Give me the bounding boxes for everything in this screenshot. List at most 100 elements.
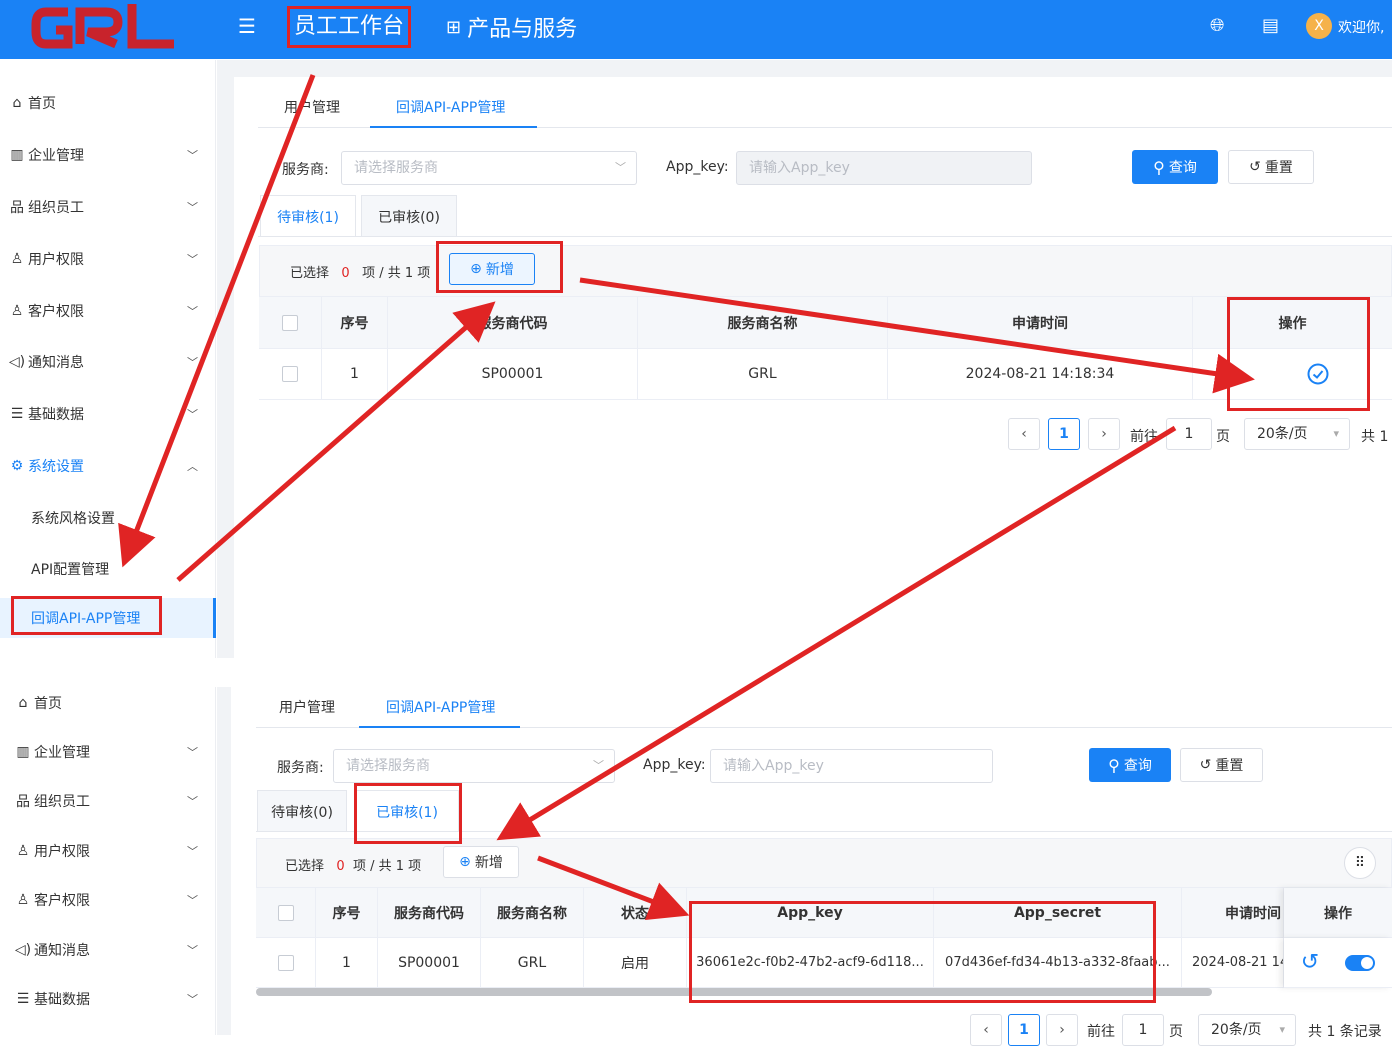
gear-icon: ⚙ [10,458,24,474]
row-checkbox[interactable] [277,954,294,971]
status-toggle[interactable] [1345,954,1376,971]
selected-prefix: 已选择 [285,859,325,874]
next-page-button[interactable]: › [1088,418,1120,450]
user-key-icon: ♙ [10,251,24,267]
products-services-menu[interactable]: ⊞ 产品与服务 [446,11,577,43]
tab-user-management[interactable]: 用户管理 [279,697,335,717]
avatar[interactable]: X [1306,13,1332,39]
goto-page-input[interactable]: 1 [1166,418,1212,450]
query-label: 查询 [1168,160,1197,176]
sidebar-top: ⌂ 首页 ▥ 企业管理 ﹀ 品组织员工 ﹀ ♙ 用户权限 ﹀ ♙ 客户权限 ﹀ ◁) 通知消息 ﹀ … [0,60,216,658]
sidebar-item-enterprise[interactable]: ▥ 企业管理 ﹀ [0,732,216,772]
page-number-button[interactable]: 1 [1008,1014,1040,1046]
sidebar-item-basic-data[interactable]: ☰ 基础数据 ﹀ [0,394,216,434]
reset-button[interactable]: ↺ 重置 [1180,748,1263,782]
annotation-box-actions [1227,297,1370,411]
sidebar-item-enterprise[interactable]: ▥ 企业管理 ﹀ [0,135,216,175]
reset-label: 重置 [1215,758,1244,774]
reset-button[interactable]: ↺ 重置 [1228,150,1314,184]
select-all-checkbox[interactable] [277,904,294,921]
annotation-box-add [436,241,563,293]
annotation-box-callback-menu [11,596,162,635]
selected-count: 0 [336,859,345,874]
refresh-icon[interactable]: ↺ [1301,950,1319,975]
sidebar-item-org[interactable]: 品组织员工 ﹀ [0,781,216,821]
page-number-button[interactable]: 1 [1048,418,1080,450]
home-icon: ⌂ [18,695,28,711]
provider-select[interactable]: 请选择服务商 ﹀ [341,151,637,185]
globe-icon[interactable]: 🌐︎ [1210,15,1224,36]
query-button[interactable]: ⚲ 查询 [1132,150,1218,184]
sidebar-item-org[interactable]: 品组织员工 ﹀ [0,187,216,227]
subtabs-divider [258,236,1392,237]
selected-info: 已选择 0 项 / 共 1 项 [290,262,430,281]
prev-page-button[interactable]: ‹ [970,1014,1002,1046]
column-settings-icon[interactable]: ⠿ [1344,847,1376,879]
add-button[interactable]: ⊕ 新增 [443,846,519,878]
sidebar-item-customer-permissions[interactable]: ♙ 客户权限 ﹀ [0,880,216,920]
annotation-box-approved-tab [354,783,462,844]
sidebar-item-notifications[interactable]: ◁) 通知消息 ﹀ [0,930,216,970]
chevron-down-icon: ﹀ [187,845,198,858]
sidebar-item-label: 用户权限 [34,844,90,860]
welcome-text[interactable]: 欢迎你, [1338,17,1384,37]
sidebar-subitem-api-config[interactable]: API配置管理 [0,549,216,589]
chevron-down-icon: ﹀ [593,759,604,772]
goto-label: 前往 [1130,429,1158,445]
sidebar-item-user-permissions[interactable]: ♙ 用户权限 ﹀ [0,831,216,871]
chevron-down-icon: ﹀ [187,746,198,759]
sidebar-item-user-permissions[interactable]: ♙ 用户权限 ﹀ [0,239,216,279]
cell-provider-code: SP00001 [378,938,481,988]
menu-toggle-icon[interactable]: ☰ [238,14,256,38]
sidebar-subitem-style-settings[interactable]: 系统风格设置 [0,498,216,538]
sidebar-item-notifications[interactable]: ◁) 通知消息 ﹀ [0,342,216,382]
row-select-cell [256,938,316,988]
sidebar-item-label: 企业管理 [34,745,90,761]
plus-circle-icon: ⊕ [459,854,471,870]
provider-select[interactable]: 请选择服务商 ﹀ [333,749,615,783]
prev-page-button[interactable]: ‹ [1008,418,1040,450]
sidebar-item-label: 组织员工 [34,794,90,810]
sidebar-item-label: 首页 [28,96,56,112]
sidebar-item-customer-permissions[interactable]: ♙ 客户权限 ﹀ [0,291,216,331]
grl-logo[interactable] [28,0,178,54]
col-header-index: 序号 [316,888,378,938]
row-checkbox[interactable] [282,366,298,382]
grid-icon: ⊞ [446,16,462,38]
subtab-approved[interactable]: 已审核(0) [361,195,457,237]
select-all-cell [259,297,322,349]
goto-page-input[interactable]: 1 [1122,1014,1164,1046]
sidebar-item-basic-data[interactable]: ☰ 基础数据 ﹀ [0,979,216,1019]
appkey-input[interactable]: 请输入App_key [736,151,1032,185]
query-button[interactable]: ⚲ 查询 [1089,748,1171,782]
sidebar-item-home[interactable]: ⌂ 首页 [0,83,216,123]
appkey-input[interactable]: 请输入App_key [710,749,993,783]
document-settings-icon[interactable]: ▤ [1262,15,1279,36]
subtab-pending[interactable]: 待审核(0) [257,790,347,832]
sidebar-item-system-settings[interactable]: ⚙ 系统设置 ︿ [0,446,216,486]
chevron-down-icon: ﹀ [187,253,198,266]
page-size-select[interactable]: 20条/页 ▾ [1198,1014,1296,1046]
workspace-title[interactable]: 员工工作台 [287,6,411,48]
provider-label: 服务商: [277,760,324,776]
provider-label: 服务商: [282,162,329,178]
sidebar-item-label: 组织员工 [28,200,84,216]
tab-callback-api-app[interactable]: 回调API-APP管理 [396,97,505,117]
sidebar-item-home[interactable]: ⌂ 首页 [0,683,216,723]
selected-info: 已选择 0 项 / 共 1 项 [285,855,421,874]
select-all-checkbox[interactable] [282,314,298,331]
page-size-select[interactable]: 20条/页 ▾ [1244,418,1350,450]
selected-count: 0 [341,266,350,281]
cell-status: 启用 [584,938,687,988]
database-icon: ☰ [10,406,24,422]
page-size-value: 20条/页 [1257,426,1308,442]
top-header-bar: ☰ 员工工作台 ⊞ 产品与服务 🌐︎ ▤ X 欢迎你, [0,0,1392,59]
provider-placeholder: 请选择服务商 [354,160,438,176]
goto-label: 前往 [1087,1024,1115,1040]
tab-callback-api-app[interactable]: 回调API-APP管理 [386,697,495,717]
tab-user-management[interactable]: 用户管理 [284,97,340,117]
next-page-button[interactable]: › [1046,1014,1078,1046]
chevron-down-icon: ﹀ [615,161,626,174]
sidebar-item-label: 通知消息 [28,355,84,371]
subtab-pending[interactable]: 待审核(1) [260,195,356,237]
